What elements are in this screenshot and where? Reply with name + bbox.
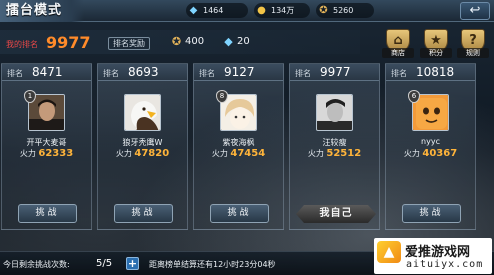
card-header: 排名 10818 — [386, 64, 475, 81]
diamond-counter: ◆ 1464 — [186, 3, 248, 18]
player-name: 紫夜海枫 — [222, 138, 255, 147]
add-challenges-button[interactable]: + — [126, 257, 139, 270]
reward-diamond: ◆ 20 — [222, 35, 249, 48]
top-bar: 擂台模式 ◆ 1464 ● 134万 ✪ 5260 ↩ — [0, 0, 494, 22]
gold-counter: ● 134万 — [254, 3, 310, 18]
my-info-row: 我的排名 9977 排名奖励 ✪ 400 ◆ 20 — [0, 30, 360, 54]
opponent-card: 排名 8693 狼牙秃鹰W 火力 47820 挑战 — [97, 63, 188, 230]
avatar[interactable] — [316, 94, 353, 131]
settlement-countdown: 距离榜单结算还有12小时23分04秒 — [149, 260, 276, 269]
challenge-button[interactable]: 挑战 — [402, 204, 461, 223]
watermark: ▲ 爱推游戏网 aituiyx.com — [374, 238, 492, 274]
honor-medal-icon: ✪ — [171, 35, 182, 48]
watermark-url: aituiyx.com — [406, 259, 484, 270]
opponent-card: 排名 10818 6 nyyc 火力 40367 挑战 — [385, 63, 476, 230]
shop-button[interactable]: ⌂ 商店 — [382, 29, 414, 58]
diamond-icon: ◆ — [189, 5, 198, 16]
back-button[interactable]: ↩ — [460, 2, 490, 20]
player-power: 火力 52512 — [307, 148, 362, 159]
opponent-card: 排名 8471 1 开平大麦哥 火力 62333 挑战 — [1, 63, 92, 230]
card-rank: 9127 — [224, 65, 255, 79]
card-rank: 8471 — [32, 65, 63, 79]
challenge-button[interactable]: 挑战 — [114, 204, 173, 223]
card-header: 排名 8471 — [2, 64, 91, 81]
rules-button[interactable]: ? 规则 — [457, 29, 489, 58]
remaining-challenges-label: 今日剩余挑战次数: — [3, 260, 70, 269]
gold-coin-icon: ● — [257, 5, 266, 16]
card-header: 排名 8693 — [98, 64, 187, 81]
avatar[interactable] — [124, 94, 161, 131]
medal-counter: ✪ 5260 — [316, 3, 374, 18]
back-arrow-icon: ↩ — [469, 3, 481, 18]
player-name: nyyc — [421, 137, 440, 146]
player-name: 狼牙秃鹰W — [122, 138, 163, 147]
self-card: 排名 9977 汪较瘦 火力 52512 我自己 — [289, 63, 380, 230]
player-power: 火力 62333 — [19, 148, 74, 159]
rank-reward-label: 排名奖励 — [108, 37, 150, 50]
points-button[interactable]: ★ 积分 — [420, 29, 452, 58]
card-header: 排名 9977 — [290, 64, 379, 81]
player-power: 火力 47454 — [211, 148, 266, 159]
opponent-card: 排名 9127 8 紫夜海枫 火力 47454 挑战 — [193, 63, 284, 230]
watermark-name: 爱推游戏网 — [405, 245, 471, 260]
my-rank-value: 9977 — [46, 33, 91, 52]
honor-medal-icon: ✪ — [319, 5, 328, 16]
page-title: 擂台模式 — [0, 0, 84, 22]
card-header: 排名 9127 — [194, 64, 283, 81]
player-power: 火力 47820 — [115, 148, 170, 159]
card-rank: 10818 — [416, 65, 455, 79]
diamond-icon: ◆ — [224, 35, 233, 48]
self-badge: 我自己 — [296, 205, 376, 223]
reward-medal: ✪ 400 — [171, 35, 205, 48]
card-rank: 8693 — [128, 65, 159, 79]
player-name: 开平大麦哥 — [26, 138, 67, 147]
player-power: 火力 40367 — [403, 148, 458, 159]
my-rank-label: 我的排名 — [6, 40, 38, 49]
remaining-challenges-value: 5/5 — [96, 258, 113, 269]
card-rank: 9977 — [320, 65, 351, 79]
watermark-logo-icon: ▲ — [377, 241, 401, 263]
player-name: 汪较瘦 — [322, 138, 347, 147]
challenge-button[interactable]: 挑战 — [18, 204, 77, 223]
challenge-button[interactable]: 挑战 — [210, 204, 269, 223]
